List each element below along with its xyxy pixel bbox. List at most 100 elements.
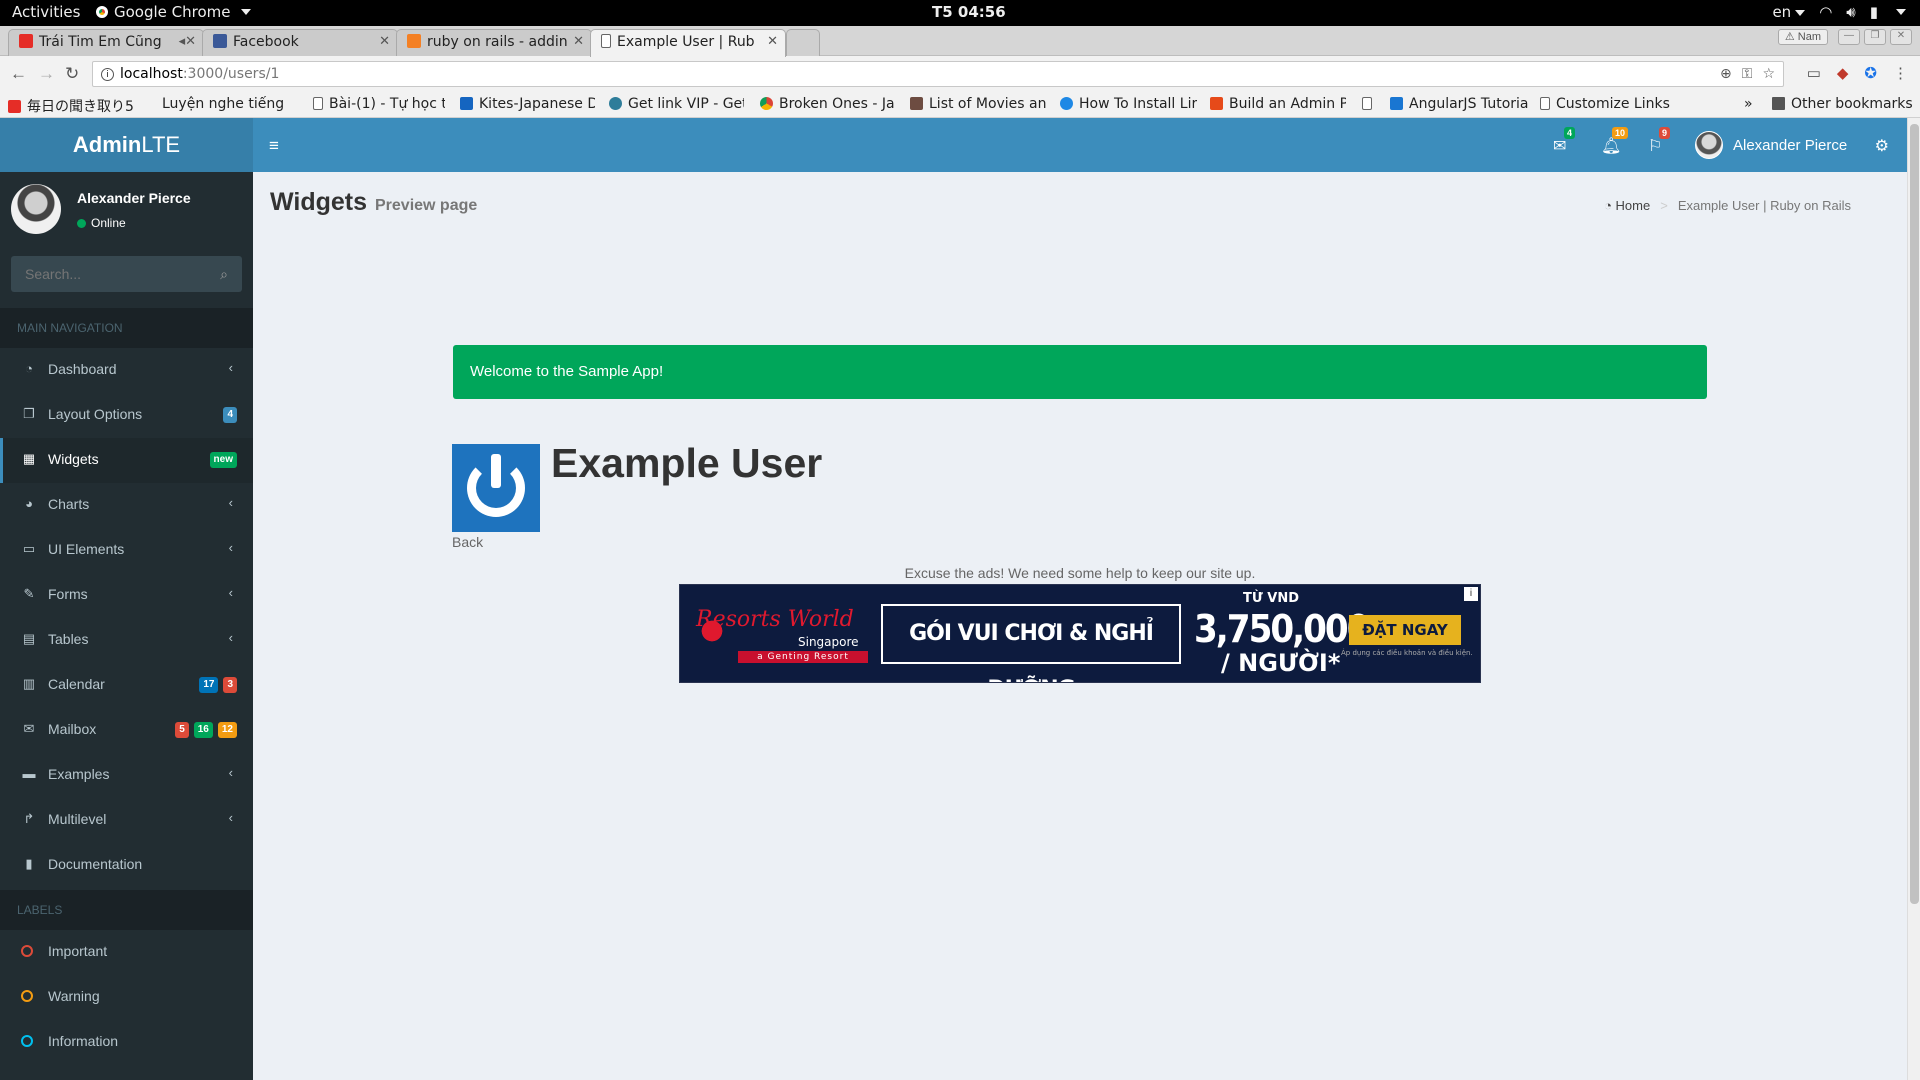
back-link[interactable]: Back [452,534,483,550]
sidebar-item-layout-options[interactable]: ❐ Layout Options 4 [0,393,253,438]
sidebar-item-documentation[interactable]: ▮ Documentation [0,843,253,888]
bell-icon[interactable]: 🔔︎ 10 [1601,127,1629,156]
bookmark-item[interactable]: Customize Links [1540,96,1670,112]
sidebar-item-forms[interactable]: ✎ Forms ‹ [0,573,253,618]
facebook-icon [213,34,227,48]
sidebar-user-name: Alexander Pierce [77,190,191,206]
browser-tab[interactable]: ruby on rails - addin ✕ [396,29,592,56]
messages-icon[interactable]: ✉ 4 [1553,127,1576,156]
sidebar-label-information[interactable]: Information [0,1020,253,1065]
app-menu[interactable]: Google Chrome [96,3,251,21]
close-icon[interactable]: ✕ [573,34,584,49]
notifications-count: 10 [1612,127,1629,139]
ad-location: Singapore [798,635,859,649]
bookmark-item[interactable] [1362,96,1382,112]
close-icon[interactable]: ✕ [379,34,390,49]
youtube-icon [19,34,33,48]
reload-icon[interactable]: ↻ [65,64,79,84]
ad-tagline: a Genting Resort [738,651,868,663]
ads-note: Excuse the ads! We need some help to kee… [904,565,1256,581]
close-icon[interactable]: ◂✕ [179,34,196,49]
nav-user-name: Alexander Pierce [1733,136,1848,154]
bookmarks-overflow[interactable]: » [1744,96,1753,112]
new-tab-button[interactable] [786,29,820,56]
ad-info-icon[interactable]: i [1464,587,1478,601]
folder-icon: ▬ [22,766,36,781]
sidebar-item-dashboard[interactable]: ◔ Dashboard ‹ [0,348,253,393]
extensions: ▭ ◆ ✪ ⋮ [1807,64,1908,82]
breadcrumb-home[interactable]: ◔ Home [1604,198,1650,213]
tab-strip: Trái Tim Em Cũng ◂✕ Facebook ✕ ruby on r… [0,26,1920,57]
sidebar-item-calendar[interactable]: ▥ Calendar 17 3 [0,663,253,708]
stackoverflow-icon [407,34,421,48]
browser-tab[interactable]: Trái Tim Em Cũng ◂✕ [8,29,204,56]
bookmark-favicon [1390,97,1403,110]
files-icon: ❐ [23,406,35,421]
close-window-button[interactable]: ✕ [1890,29,1912,45]
cast-icon[interactable]: ▭ [1807,64,1821,82]
back-arrow-icon[interactable]: ← [10,64,27,84]
bookmark-item[interactable]: AngularJS Tutoria [1390,96,1530,112]
user-menu[interactable]: Alexander Pierce [1695,131,1847,159]
profile-button[interactable]: ⚠ Nam [1777,29,1828,45]
menu-icon[interactable]: ⋮ [1893,64,1908,82]
share-icon: ↱ [23,811,35,826]
bookmark-item[interactable]: List of Movies anc [910,96,1046,112]
sidebar-label-warning[interactable]: Warning [0,975,253,1020]
chevron-down-icon[interactable] [1896,9,1906,15]
pie-chart-icon: ◕ [25,496,33,511]
flag-icon[interactable]: ⚐ 9 [1648,127,1671,156]
sidebar-label-important[interactable]: Important [0,930,253,975]
logo[interactable]: AdminLTE [0,118,253,172]
page-scrollbar[interactable] [1907,118,1920,1080]
minimize-button[interactable]: — [1838,29,1860,45]
scrollbar-thumb[interactable] [1910,124,1919,904]
cloud-icon [609,97,622,110]
advertisement-banner[interactable]: Resorts World Singapore a Genting Resort… [679,584,1481,683]
sidebar-item-multilevel[interactable]: ↱ Multilevel ‹ [0,798,253,843]
wifi-icon: ◠ [1819,3,1833,21]
info-icon[interactable]: i [101,68,114,81]
search-input[interactable] [11,256,197,292]
search-icon[interactable]: ⌕ [220,266,228,283]
browser-tab[interactable]: Facebook ✕ [202,29,398,56]
th-icon: ▦ [22,451,36,466]
bookmark-item[interactable]: Build an Admin Pa [1210,96,1346,112]
clock[interactable]: T5 04:56 [932,3,1006,21]
maximize-button[interactable]: ❐ [1864,29,1886,45]
sidebar-item-mailbox[interactable]: ✉ Mailbox 5 16 12 [0,708,253,753]
main-navigation-header: MAIN NAVIGATION [0,308,253,348]
bookmark-item[interactable]: Bài-(1) - Tự học ti [313,96,445,112]
edit-icon: ✎ [23,586,35,601]
key-icon[interactable]: ⚿ [1742,66,1753,82]
ad-cta-button[interactable]: ĐẶT NGAY [1349,615,1461,645]
bookmark-item[interactable]: 毎日の聞き取り5 [8,96,148,116]
activities-button[interactable]: Activities [12,3,80,21]
bookmark-item[interactable]: Kites-Japanese D [460,96,595,112]
other-bookmarks[interactable]: Other bookmarks [1772,96,1913,112]
sidebar-toggle-icon[interactable]: ≡ [269,136,279,156]
bookmark-item[interactable]: Broken Ones - Ja [760,96,896,112]
dashboard-icon: ◔ [25,361,33,376]
gears-icon[interactable]: ⚙ [1875,136,1889,156]
browser-tab-active[interactable]: Example User | Rub ✕ [590,29,786,57]
sidebar-item-charts[interactable]: ◕ Charts ‹ [0,483,253,528]
extension-icon[interactable]: ✪ [1864,64,1877,82]
star-icon[interactable]: ☆ [1762,66,1775,82]
omnibox-actions: ⊕ ⚿ ☆ [1720,66,1775,82]
sidebar-item-tables[interactable]: ▤ Tables ‹ [0,618,253,663]
close-icon[interactable]: ✕ [767,34,778,49]
address-bar[interactable]: i localhost:3000/users/1 ⊕ ⚿ ☆ [92,61,1784,87]
bookmark-favicon [1060,97,1073,110]
language-indicator[interactable]: en [1772,3,1806,21]
bookmark-item[interactable]: Luyện nghe tiếng [162,96,292,112]
sidebar-item-ui-elements[interactable]: ▭ UI Elements ‹ [0,528,253,573]
bookmark-item[interactable]: Get link VIP - Get [609,96,744,112]
sidebar-item-examples[interactable]: ▬ Examples ‹ [0,753,253,798]
extension-icon[interactable]: ◆ [1837,64,1849,82]
system-tray[interactable]: en ◠ 🔊︎ ▮ [1772,3,1906,21]
zoom-icon[interactable]: ⊕ [1720,66,1732,82]
sidebar-item-widgets[interactable]: ▦ Widgets new [0,438,253,483]
bookmark-item[interactable]: How To Install Lir [1060,96,1197,112]
forward-arrow-icon[interactable]: → [38,64,55,84]
